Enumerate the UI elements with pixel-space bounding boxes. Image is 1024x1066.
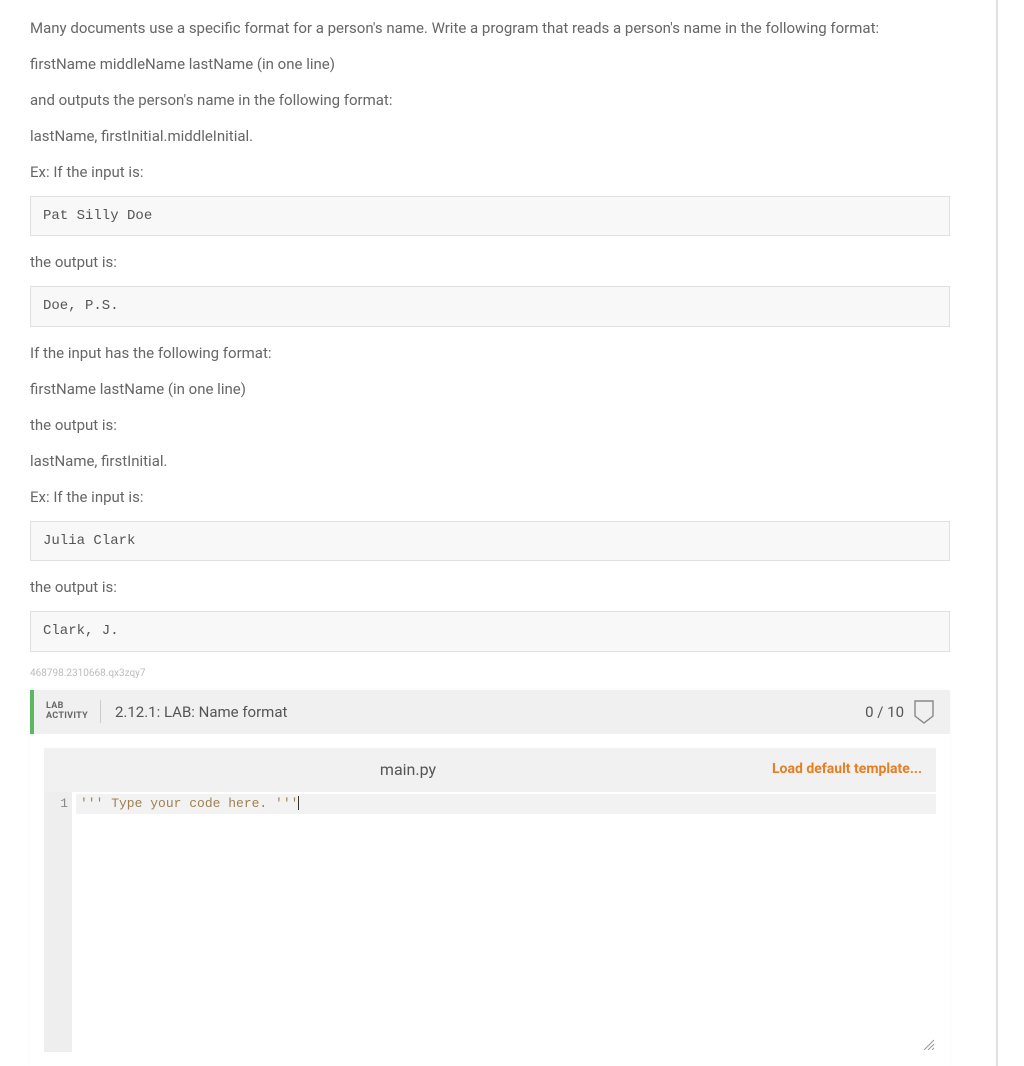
shield-icon (914, 700, 934, 724)
prompt-line: Ex: If the input is: (30, 160, 950, 184)
text-cursor (298, 796, 299, 810)
prompt-line: the output is: (30, 250, 950, 274)
resize-handle-icon[interactable] (922, 1038, 934, 1050)
right-divider (996, 0, 998, 1066)
lab-score: 0 / 10 (865, 700, 914, 724)
example-input: Pat Silly Doe (43, 208, 152, 224)
example-input-box: Pat Silly Doe (30, 196, 950, 236)
lab-activity-block: LAB ACTIVITY 2.12.1: LAB: Name format 0 … (30, 690, 950, 1066)
lab-title: 2.12.1: LAB: Name format (101, 700, 865, 724)
prompt-line: If the input has the following format: (30, 341, 950, 365)
prompt-line: Many documents use a specific format for… (30, 16, 950, 40)
example-output-box: Doe, P.S. (30, 286, 950, 326)
prompt-line: Ex: If the input is: (30, 485, 950, 509)
example-output-box: Clark, J. (30, 611, 950, 651)
example-output: Clark, J. (43, 623, 119, 639)
lab-activity-badge: LAB ACTIVITY (34, 700, 101, 724)
filename-tab[interactable]: main.py (44, 757, 772, 783)
load-template-button[interactable]: Load default template... (772, 758, 936, 780)
editor-tabbar: main.py Load default template... (44, 748, 936, 792)
code-content[interactable]: ''' Type your code here. ''' (72, 792, 936, 1052)
prompt-line: firstName middleName lastName (in one li… (30, 52, 950, 76)
example-input-box: Julia Clark (30, 521, 950, 561)
example-output: Doe, P.S. (43, 298, 119, 314)
lab-header: LAB ACTIVITY 2.12.1: LAB: Name format 0 … (30, 690, 950, 734)
prompt-line: lastName, firstInitial.middleInitial. (30, 124, 950, 148)
prompt-line: and outputs the person's name in the fol… (30, 88, 950, 112)
line-number: 1 (44, 794, 68, 815)
prompt-line: the output is: (30, 575, 950, 599)
editor-area[interactable]: 1 ''' Type your code here. ''' (44, 792, 936, 1052)
reference-code: 468798.2310668.qx3zqy7 (30, 666, 950, 682)
prompt-line: lastName, firstInitial. (30, 449, 950, 473)
prompt-line: firstName lastName (in one line) (30, 377, 950, 401)
code-editor: main.py Load default template... 1 ''' T… (44, 748, 936, 1052)
prompt-line: the output is: (30, 413, 950, 437)
lab-badge-line2: ACTIVITY (46, 712, 88, 722)
line-gutter: 1 (44, 792, 72, 1052)
code-line: ''' Type your code here. ''' (80, 796, 298, 811)
example-input: Julia Clark (43, 533, 135, 549)
